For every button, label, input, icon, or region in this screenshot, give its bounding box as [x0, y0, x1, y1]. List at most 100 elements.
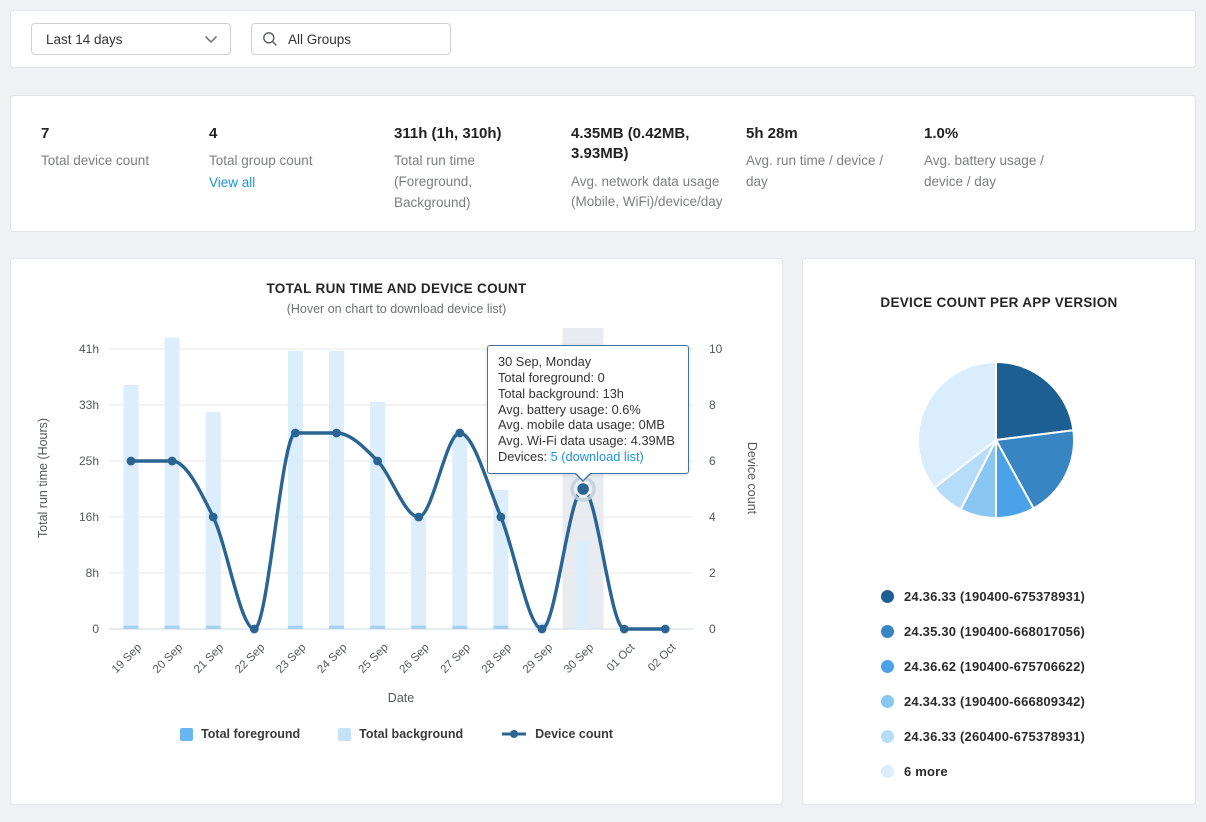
stat-label: Avg. run time / device / day	[746, 151, 898, 193]
y-right-tick: 10	[709, 342, 723, 356]
runtime-chart-body: 008h216h425h633h841h1019 Sep20 Sep21 Sep…	[11, 318, 782, 723]
stats-row: 7Total device count4Total group countVie…	[41, 124, 1165, 231]
runtime-chart-subtitle: (Hover on chart to download device list)	[11, 302, 782, 316]
tooltip-date: 30 Sep, Monday	[498, 354, 678, 370]
bar-background-25-Sep[interactable]	[370, 402, 385, 626]
pie-legend-item-24-36-62-190400-675706622[interactable]: 24.36.62 (190400-675706622)	[881, 649, 1195, 684]
legend-label: 24.36.33 (260400-675378931)	[904, 729, 1085, 744]
pie-legend-item-24-36-33-190400-675378931[interactable]: 24.36.33 (190400-675378931)	[881, 579, 1195, 614]
tooltip-devices-line: Devices: 5 (download list)	[498, 449, 678, 465]
tooltip-row: Avg. mobile data usage: 0MB	[498, 417, 678, 433]
line-dot-21-Sep[interactable]	[209, 513, 218, 522]
bar-foreground-28-Sep[interactable]	[493, 626, 508, 629]
y-left-tick: 41h	[79, 342, 99, 356]
tooltip-row: Total background: 13h	[498, 386, 678, 402]
pie-slice-24-36-33-190400-675378931[interactable]	[996, 362, 1073, 440]
pie-legend-item-more[interactable]: 6 more	[881, 754, 1195, 789]
legend-dot	[881, 625, 894, 638]
dashboard-page: Last 14 days 7Total device count4Total g…	[0, 0, 1206, 822]
stat-value: 5h 28m	[746, 124, 896, 144]
legend-dot	[881, 765, 894, 778]
y-left-tick: 0	[92, 622, 99, 636]
stat-avg-run-time-device-day: 5h 28m Avg. run time / device / day	[746, 124, 924, 231]
search-icon	[262, 31, 278, 47]
bar-background-24-Sep[interactable]	[329, 351, 344, 626]
bar-foreground-26-Sep[interactable]	[411, 626, 426, 629]
y-right-tick: 4	[709, 510, 716, 524]
y-right-tick: 2	[709, 566, 716, 580]
view-all-link[interactable]: View all	[209, 175, 255, 190]
legend-swatch	[338, 728, 351, 741]
line-dot-30-Sep[interactable]	[576, 482, 590, 496]
runtime-chart-title: TOTAL RUN TIME AND DEVICE COUNT	[11, 281, 782, 296]
bar-foreground-27-Sep[interactable]	[452, 626, 467, 629]
stat-total-device-count: 7Total device count	[41, 124, 209, 231]
bar-background-28-Sep[interactable]	[493, 490, 508, 626]
stat-value: 7	[41, 124, 191, 144]
pie-chart-title: DEVICE COUNT PER APP VERSION	[803, 295, 1195, 310]
group-search[interactable]	[251, 23, 451, 55]
bar-foreground-25-Sep[interactable]	[370, 626, 385, 629]
legend-label: Total background	[359, 727, 463, 741]
bar-background-26-Sep[interactable]	[411, 517, 426, 625]
runtime-chart-card: TOTAL RUN TIME AND DEVICE COUNT (Hover o…	[10, 258, 783, 805]
legend-dot	[881, 695, 894, 708]
x-tick-27-Sep: 27 Sep	[439, 642, 473, 676]
legend-dot	[881, 660, 894, 673]
pie-legend-item-24-34-33-190400-666809342[interactable]: 24.34.33 (190400-666809342)	[881, 684, 1195, 719]
line-dot-24-Sep[interactable]	[332, 429, 341, 438]
x-tick-25-Sep: 25 Sep	[356, 642, 390, 676]
bar-background-23-Sep[interactable]	[288, 351, 303, 626]
bar-background-19-Sep[interactable]	[124, 385, 139, 626]
legend-item-device-count[interactable]: Device count	[501, 727, 613, 741]
download-device-list-link[interactable]: 5 (download list)	[551, 449, 644, 464]
line-dot-19-Sep[interactable]	[127, 457, 136, 466]
bar-background-30-Sep[interactable]	[576, 541, 591, 629]
legend-label: 24.36.62 (190400-675706622)	[904, 659, 1085, 674]
bar-background-27-Sep[interactable]	[452, 432, 467, 625]
x-tick-01-Oct: 01 Oct	[605, 641, 638, 674]
y-right-tick: 0	[709, 622, 716, 636]
line-dot-25-Sep[interactable]	[373, 457, 382, 466]
date-range-select[interactable]: Last 14 days	[31, 23, 231, 55]
line-dot-22-Sep[interactable]	[250, 625, 259, 634]
stat-label: Total group count	[209, 151, 361, 172]
bar-foreground-23-Sep[interactable]	[288, 626, 303, 629]
bar-foreground-19-Sep[interactable]	[124, 626, 139, 629]
line-dot-26-Sep[interactable]	[414, 513, 423, 522]
bar-foreground-24-Sep[interactable]	[329, 626, 344, 629]
stats-card: 7Total device count4Total group countVie…	[10, 95, 1196, 232]
pie-legend-item-24-35-30-190400-668017056[interactable]: 24.35.30 (190400-668017056)	[881, 614, 1195, 649]
pie-legend: 24.36.33 (190400-675378931) 24.35.30 (190…	[803, 579, 1195, 789]
x-tick-22-Sep: 22 Sep	[233, 642, 267, 676]
x-tick-26-Sep: 26 Sep	[398, 642, 432, 676]
x-tick-02-Oct: 02 Oct	[646, 641, 679, 674]
pie-legend-item-24-36-33-260400-675378931[interactable]: 24.36.33 (260400-675378931)	[881, 719, 1195, 754]
line-dot-28-Sep[interactable]	[497, 513, 506, 522]
line-dot-20-Sep[interactable]	[168, 457, 177, 466]
line-dot-23-Sep[interactable]	[291, 429, 300, 438]
legend-label: 24.34.33 (190400-666809342)	[904, 694, 1085, 709]
x-tick-23-Sep: 23 Sep	[274, 642, 308, 676]
stat-value: 311h (1h, 310h)	[394, 124, 544, 144]
tooltip-row: Avg. Wi-Fi data usage: 4.39MB	[498, 433, 678, 449]
group-search-input[interactable]	[286, 31, 436, 48]
line-dot-01-Oct[interactable]	[620, 625, 629, 634]
legend-label: 24.36.33 (190400-675378931)	[904, 589, 1085, 604]
legend-swatch	[180, 728, 193, 741]
line-dot-02-Oct[interactable]	[661, 625, 670, 634]
bar-foreground-21-Sep[interactable]	[206, 626, 221, 629]
stat-total-group-count: 4Total group countView all	[209, 124, 394, 231]
bar-foreground-20-Sep[interactable]	[165, 626, 180, 629]
legend-label: 24.35.30 (190400-668017056)	[904, 624, 1085, 639]
line-dot-29-Sep[interactable]	[538, 625, 547, 634]
filter-bar: Last 14 days	[10, 10, 1196, 68]
x-tick-28-Sep: 28 Sep	[480, 642, 514, 676]
line-dot-27-Sep[interactable]	[455, 429, 464, 438]
tooltip-row: Total foreground: 0	[498, 370, 678, 386]
legend-item-total-background[interactable]: Total background	[338, 727, 463, 741]
stat-value: 1.0%	[924, 124, 1074, 144]
legend-item-total-foreground[interactable]: Total foreground	[180, 727, 300, 741]
bar-background-20-Sep[interactable]	[165, 337, 180, 625]
stat-label: Total run time (Foreground, Background)	[394, 151, 546, 214]
